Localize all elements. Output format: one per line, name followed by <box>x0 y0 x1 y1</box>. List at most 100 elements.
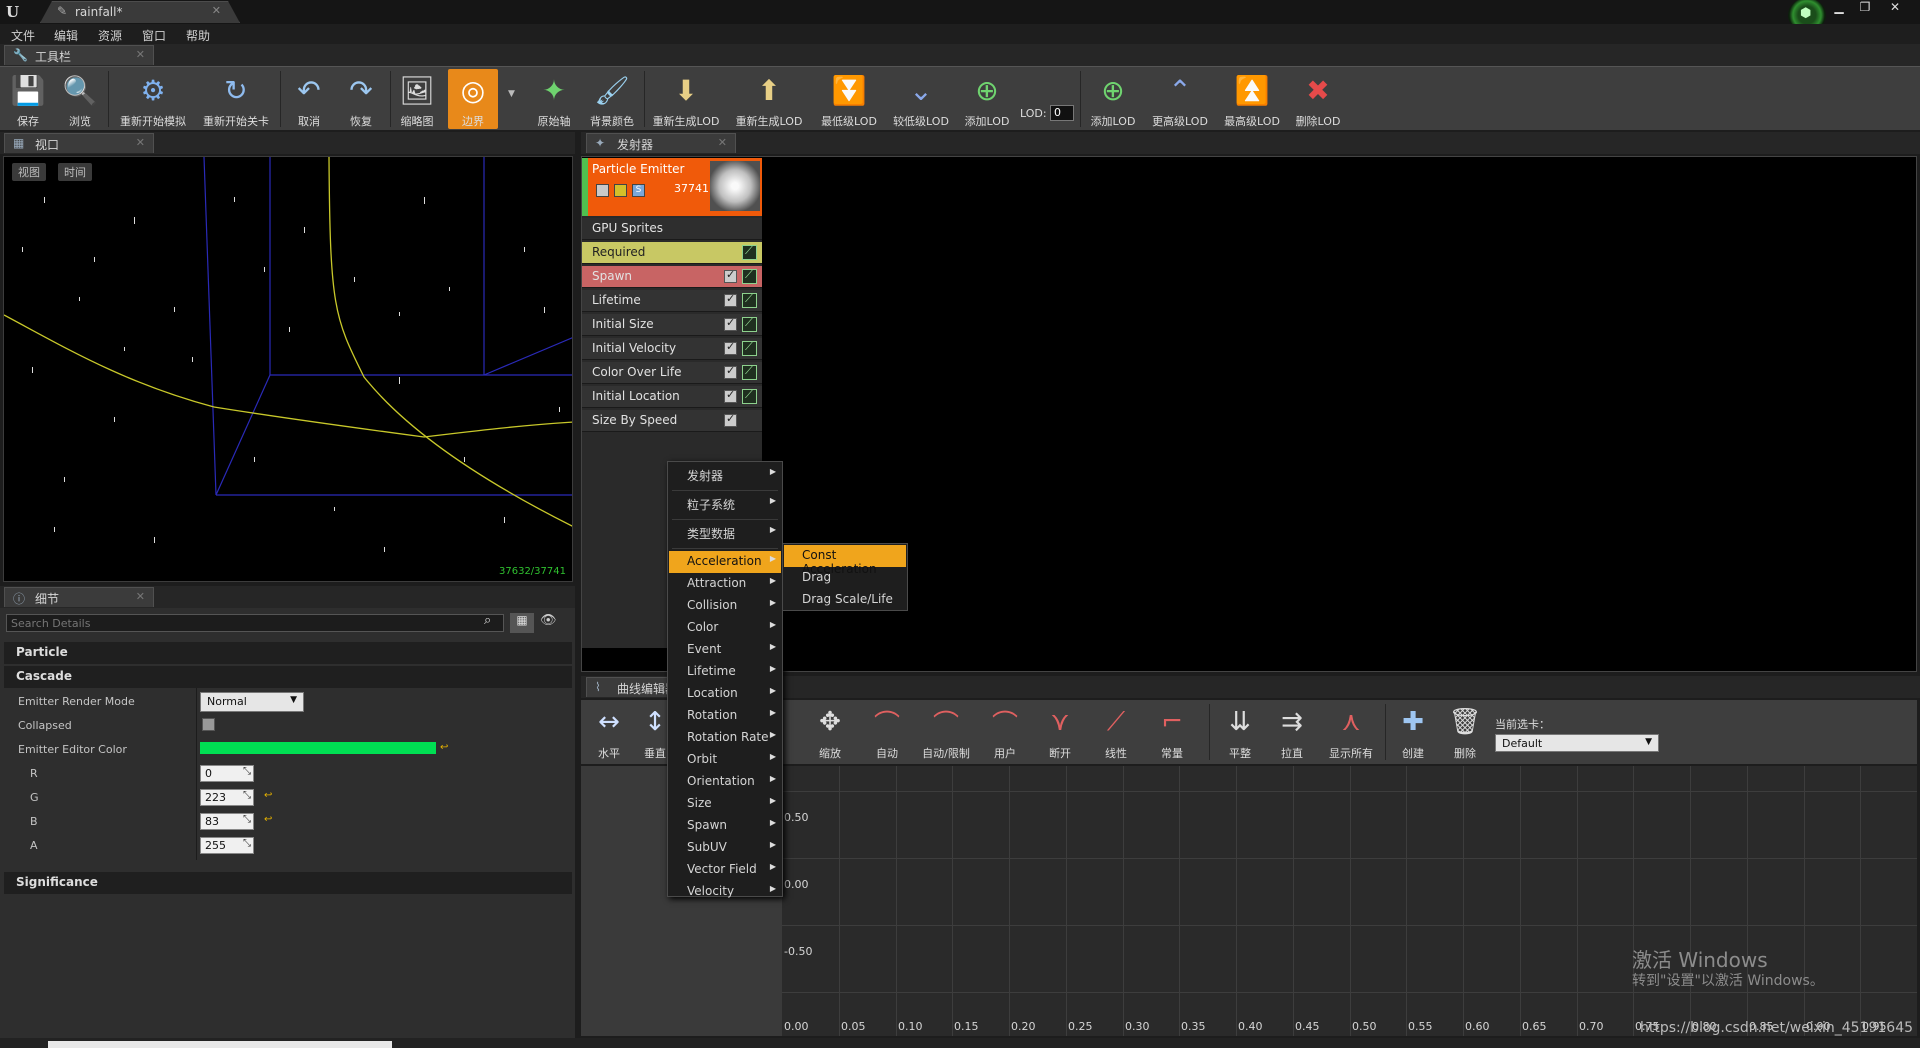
submenu-item-drag-scale-life[interactable]: Drag Scale/Life <box>784 589 906 611</box>
menu-item-event[interactable]: Event ▶ <box>669 639 781 661</box>
close-icon[interactable]: ✕ <box>136 48 145 61</box>
browse-button[interactable]: 🔍 浏览 <box>58 69 102 129</box>
restart-level-button[interactable]: ↻ 重新开始关卡 <box>196 69 276 129</box>
menu-window[interactable]: 窗口 <box>142 27 166 44</box>
menu-item-top-1[interactable]: 粒子系统 ▶ <box>669 493 781 515</box>
curve-icon[interactable] <box>742 364 757 380</box>
curve-icon[interactable] <box>742 340 757 356</box>
menu-item-acceleration[interactable]: Acceleration ▶ <box>669 551 781 573</box>
lowest-lod-button[interactable]: ⏬ 最低级LOD <box>812 69 886 129</box>
show-all-button[interactable]: ⋏ 显示所有 <box>1321 702 1381 762</box>
menu-item-rotation-rate[interactable]: Rotation Rate ▶ <box>669 727 781 749</box>
b-input[interactable]: 83 <box>200 813 254 830</box>
emitter-editor-color-swatch[interactable] <box>200 742 436 754</box>
curve-graph[interactable]: 0.00 0.05 0.10 0.15 0.20 0.25 0.30 0.35 0.40 0.45… <box>782 766 1917 1036</box>
enable-checkbox[interactable] <box>724 268 737 283</box>
solo-icon[interactable]: S <box>632 184 645 197</box>
enable-checkbox[interactable] <box>724 340 737 355</box>
menu-item-collision[interactable]: Collision ▶ <box>669 595 781 617</box>
menu-item-location[interactable]: Location ▶ <box>669 683 781 705</box>
collapsed-checkbox[interactable] <box>202 718 215 731</box>
menu-item-spawn[interactable]: Spawn ▶ <box>669 815 781 837</box>
curve-icon[interactable] <box>742 316 757 332</box>
module-size-by-speed[interactable]: Size By Speed <box>582 410 762 432</box>
type-data-gpu-sprites[interactable]: GPU Sprites <box>582 218 762 240</box>
redo-button[interactable]: ↷ 恢复 <box>336 69 386 129</box>
menu-item-lifetime[interactable]: Lifetime ▶ <box>669 661 781 683</box>
user-button[interactable]: ⌒ 用户 <box>981 702 1029 762</box>
category-cascade[interactable]: Cascade <box>4 666 572 688</box>
regen-lod-button[interactable]: ⬇ 重新生成LOD <box>648 69 724 129</box>
module-required[interactable]: Required <box>582 242 762 264</box>
straighten-button[interactable]: ⇉ 拉直 <box>1267 702 1317 762</box>
menu-item-attraction[interactable]: Attraction ▶ <box>669 573 781 595</box>
lod-value-input[interactable]: 0 <box>1050 105 1074 121</box>
higher-lod-button[interactable]: ⌃ 更高级LOD <box>1146 69 1214 129</box>
enable-checkbox[interactable] <box>724 316 737 331</box>
curve-icon[interactable] <box>742 388 757 404</box>
emitter-header[interactable]: Particle Emitter S 37741 <box>582 158 762 216</box>
tab-details[interactable]: ⓘ 细节 ✕ <box>4 587 154 607</box>
close-icon[interactable]: ✕ <box>718 136 727 149</box>
maximize-button[interactable]: ❐ <box>1854 0 1876 16</box>
a-input[interactable]: 255 <box>200 837 254 854</box>
add-lod-button[interactable]: ⊕ 添加LOD <box>958 69 1016 129</box>
close-window-button[interactable]: ✕ <box>1884 0 1906 16</box>
enable-checkbox[interactable] <box>724 388 737 403</box>
fit-horizontal-button[interactable]: ↔ 水平 <box>587 702 631 762</box>
auto-button[interactable]: ⌒ 自动 <box>863 702 911 762</box>
close-icon[interactable]: ✕ <box>212 4 221 17</box>
tab-viewport[interactable]: ▦ 视口 ✕ <box>4 133 154 153</box>
tab-toolbar[interactable]: 🔧 工具栏 ✕ <box>4 45 154 65</box>
menu-item-rotation[interactable]: Rotation ▶ <box>669 705 781 727</box>
curve-icon[interactable] <box>742 292 757 308</box>
menu-edit[interactable]: 编辑 <box>54 27 78 44</box>
zoom-button[interactable]: ✥ 缩放 <box>807 702 853 762</box>
flatten-button[interactable]: ⇊ 平整 <box>1215 702 1265 762</box>
reset-arrow-icon[interactable]: ↩ <box>440 742 448 753</box>
menu-help[interactable]: 帮助 <box>186 27 210 44</box>
g-input[interactable]: 223 <box>200 789 254 806</box>
enable-checkbox[interactable] <box>724 292 737 307</box>
viewport[interactable]: 视图 时间 37632/37741 <box>3 156 573 582</box>
thumbnail-button[interactable]: 🖼 缩略图 <box>392 69 442 129</box>
create-button[interactable]: ✚ 创建 <box>1389 702 1437 762</box>
auto-clamped-button[interactable]: ⌒ 自动/限制 <box>915 702 977 762</box>
menu-item-orientation[interactable]: Orientation ▶ <box>669 771 781 793</box>
graph-toggle-icon[interactable] <box>614 184 627 197</box>
enable-checkbox[interactable] <box>596 184 609 197</box>
restart-sim-button[interactable]: ⚙ 重新开始模拟 <box>112 69 194 129</box>
close-icon[interactable]: ✕ <box>136 136 145 149</box>
menu-item-top-0[interactable]: 发射器 ▶ <box>669 464 781 486</box>
grid-view-icon[interactable]: ▦ <box>510 613 534 633</box>
current-tab-select[interactable]: Default ▼ <box>1495 734 1659 752</box>
close-icon[interactable]: ✕ <box>136 590 145 603</box>
submenu-item-const-acceleration[interactable]: Const Acceleration <box>784 545 906 576</box>
minimize-button[interactable]: ▁ <box>1828 0 1850 16</box>
module-initial-velocity[interactable]: Initial Velocity <box>582 338 762 360</box>
emitter-render-mode-select[interactable]: Normal ▼ <box>200 692 304 712</box>
module-initial-size[interactable]: Initial Size <box>582 314 762 336</box>
reset-arrow-icon[interactable]: ↩ <box>264 790 272 801</box>
submenu-item-drag[interactable]: Drag <box>784 567 906 589</box>
search-details-input[interactable] <box>6 614 504 632</box>
menu-item-vector-field[interactable]: Vector Field ▶ <box>669 859 781 881</box>
menu-item-velocity[interactable]: Velocity ▶ <box>669 881 781 903</box>
delete-tab-button[interactable]: 🗑 删除 <box>1441 702 1489 762</box>
break-button[interactable]: ⋎ 断开 <box>1035 702 1085 762</box>
document-tab[interactable]: ✎ rainfall* ✕ <box>40 1 240 23</box>
reset-arrow-icon[interactable]: ↩ <box>264 814 272 825</box>
menu-item-top-2[interactable]: 类型数据 ▶ <box>669 522 781 544</box>
module-initial-location[interactable]: Initial Location <box>582 386 762 408</box>
curve-icon[interactable] <box>742 244 757 260</box>
menu-item-size[interactable]: Size ▶ <box>669 793 781 815</box>
delete-lod-button[interactable]: ✖ 删除LOD <box>1290 69 1346 129</box>
eye-icon[interactable]: 👁 <box>540 613 557 628</box>
background-color-button[interactable]: 🖌 背景颜色 <box>584 69 640 129</box>
linear-button[interactable]: ⟋ 线性 <box>1091 702 1141 762</box>
horizontal-scrollbar[interactable] <box>48 1041 392 1048</box>
menu-asset[interactable]: 资源 <box>98 27 122 44</box>
time-button[interactable]: 时间 <box>58 163 92 181</box>
module-spawn[interactable]: Spawn <box>582 266 762 288</box>
origin-axis-button[interactable]: ✦ 原始轴 <box>528 69 580 129</box>
